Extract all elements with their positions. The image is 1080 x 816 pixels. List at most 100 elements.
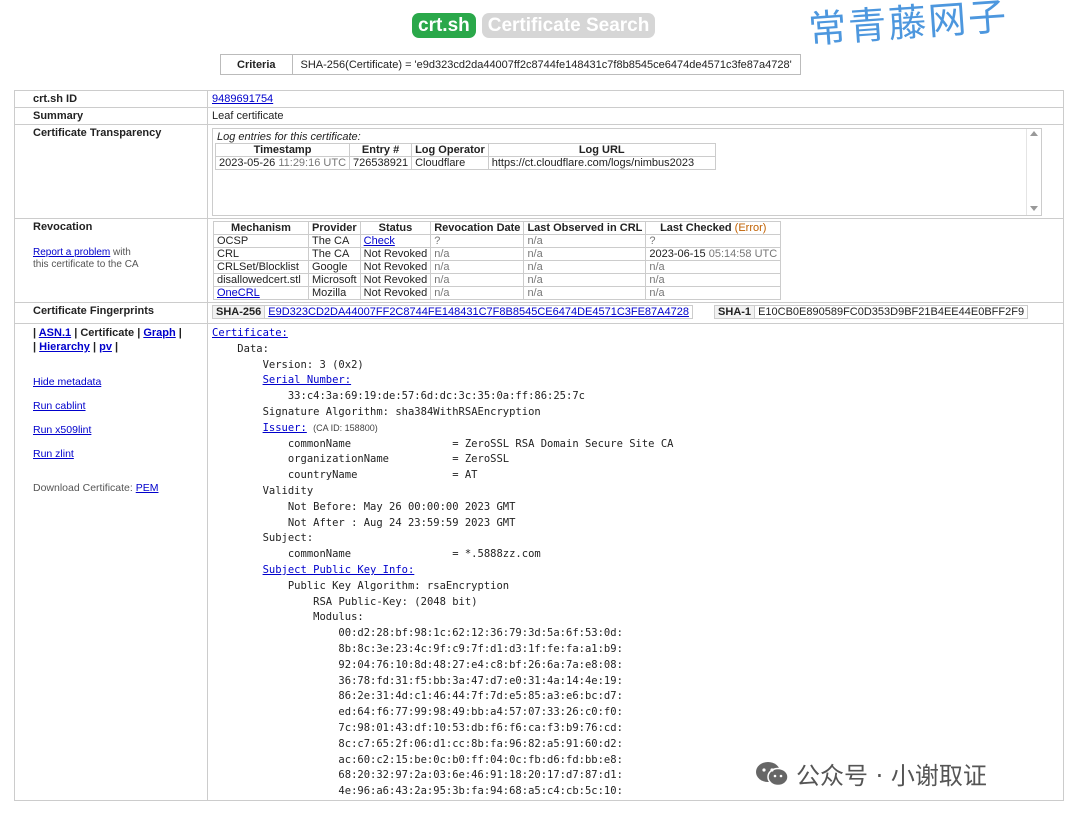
rev-rdate: ? <box>430 234 525 248</box>
rev-col-last-observed: Last Observed in CRL <box>523 221 647 235</box>
ct-time: 11:29:16 UTC <box>278 157 347 169</box>
rev-status: Not Revoked <box>359 286 432 300</box>
pv-link[interactable]: pv <box>99 341 112 353</box>
criteria-box: Criteria SHA-256(Certificate) = 'e9d323c… <box>220 54 801 75</box>
table-row: disallowedcert.stl Microsoft Not Revoked… <box>213 273 782 287</box>
table-row: OneCRL Mozilla Not Revoked n/a n/a n/a <box>213 286 782 300</box>
rev-lcheck: n/a <box>645 286 782 300</box>
rev-lcheck-time: 05:14:58 UTC <box>708 248 778 260</box>
rev-lobs: n/a <box>523 234 647 248</box>
ct-scrollbar[interactable] <box>1026 129 1041 215</box>
hide-metadata-link[interactable]: Hide metadata <box>33 376 203 388</box>
rev-prov: Google <box>308 260 361 274</box>
table-row: CRL The CA Not Revoked n/a n/a 2023-06-1… <box>213 247 782 261</box>
modulus-lines: 00:d2:28:bf:98:1c:62:12:36:79:3d:5a:6f:5… <box>212 627 623 797</box>
rev-prov: Mozilla <box>308 286 361 300</box>
rev-prov: The CA <box>308 234 361 248</box>
scroll-up-icon[interactable] <box>1030 131 1038 136</box>
run-x509lint-link[interactable]: Run x509lint <box>33 424 203 436</box>
ct-label: Certificate Transparency <box>14 124 208 219</box>
sha256-label: SHA-256 <box>211 305 266 319</box>
modulus-line: ed:64:f6:77:99:98:49:bb:a4:57:07:33:26:c… <box>338 706 623 719</box>
sha256-box: SHA-256 E9D323CD2DA44007FF2C8744FE148431C… <box>211 305 693 319</box>
cert-serial: 33:c4:3a:69:19:de:57:6d:dc:3c:35:0a:ff:8… <box>287 390 585 403</box>
crtsh-id-label: crt.sh ID <box>14 90 208 108</box>
modulus-line: 68:20:32:97:2a:03:6e:46:91:18:20:17:d7:8… <box>338 769 623 782</box>
crtsh-id-link[interactable]: 9489691754 <box>212 93 273 105</box>
ct-date: 2023-05-26 <box>219 157 276 169</box>
asn1-link[interactable]: ASN.1 <box>39 327 71 339</box>
ct-entry: 726538921 <box>349 156 413 170</box>
spki-link[interactable]: Subject Public Key Info: <box>263 564 415 576</box>
modulus-line: 8c:c7:65:2f:06:d1:cc:8b:fa:96:82:a5:91:6… <box>338 737 623 750</box>
rev-prov: The CA <box>308 247 361 261</box>
rev-lobs: n/a <box>523 247 647 261</box>
modulus-line: ac:60:c2:15:be:0c:b0:ff:04:0c:fb:d6:fd:b… <box>338 753 623 766</box>
table-row: CRLSet/Blocklist Google Not Revoked n/a … <box>213 260 782 274</box>
watermark-top: 常青藤网子 <box>806 0 1010 52</box>
ct-col-entry: Entry # <box>349 143 413 157</box>
certificate-anchor[interactable]: Certificate: <box>212 327 288 339</box>
criteria-label: Criteria <box>220 54 293 75</box>
ct-url: https://ct.cloudflare.com/logs/nimbus202… <box>487 156 716 170</box>
cert-subject: Subject: <box>262 532 314 545</box>
cert-not-after: Not After : Aug 24 23:59:59 2023 GMT <box>287 516 516 529</box>
hierarchy-link[interactable]: Hierarchy <box>39 341 90 353</box>
ct-col-operator: Log Operator <box>411 143 489 157</box>
issuer-cn: commonName = ZeroSSL RSA Domain Secure S… <box>287 437 674 450</box>
cert-validity: Validity <box>262 484 314 497</box>
issuer-o: organizationName = ZeroSSL <box>287 453 510 466</box>
certificate-text: Certificate: Data: Version: 3 (0x2) Seri… <box>212 326 1059 800</box>
rev-prov: Microsoft <box>308 273 361 287</box>
summary-value: Leaf certificate <box>207 107 1064 125</box>
rev-col-revocation-date: Revocation Date <box>430 221 525 235</box>
issuer-link[interactable]: Issuer: <box>263 422 307 434</box>
serial-number-link[interactable]: Serial Number: <box>263 374 352 386</box>
ocsp-check-link[interactable]: Check <box>364 235 395 247</box>
modulus-line: 7c:98:01:43:df:10:53:db:f6:f6:ca:f3:b9:7… <box>338 721 623 734</box>
revocation-label: Revocation <box>33 221 93 233</box>
site-logo[interactable]: crt.sh Certificate Search <box>412 12 656 39</box>
modulus-line: 8b:8c:3e:23:4c:9f:c9:7f:d1:d3:1f:fe:fa:a… <box>338 642 623 655</box>
last-checked-error-link[interactable]: (Error) <box>735 222 767 234</box>
rev-lobs: n/a <box>523 273 647 287</box>
run-zlint-link[interactable]: Run zlint <box>33 448 203 460</box>
issuer-caid: (CA ID: 158800) <box>313 422 378 433</box>
rev-col-status: Status <box>359 221 432 235</box>
pk-alg: Public Key Algorithm: rsaEncryption <box>287 579 510 592</box>
rev-lobs: n/a <box>523 260 647 274</box>
modulus-line: 86:2e:31:4d:c1:46:44:7f:7d:e5:85:a3:e6:b… <box>338 690 623 703</box>
scroll-down-icon[interactable] <box>1030 206 1038 211</box>
ct-log-table: Timestamp Entry # Log Operator Log URL 2… <box>214 143 716 170</box>
wechat-icon <box>756 761 789 786</box>
pem-download-link[interactable]: PEM <box>136 482 159 494</box>
rev-lcheck: n/a <box>645 260 782 274</box>
rev-status: Not Revoked <box>359 247 432 261</box>
ct-col-url: Log URL <box>487 143 716 157</box>
rev-rdate: n/a <box>430 247 525 261</box>
summary-label: Summary <box>14 107 208 125</box>
rev-mech: disallowedcert.stl <box>213 273 309 287</box>
rev-mech: CRL <box>213 247 309 261</box>
rev-mech: CRLSet/Blocklist <box>213 260 309 274</box>
graph-link[interactable]: Graph <box>143 327 175 339</box>
sha256-link[interactable]: E9D323CD2DA44007FF2C8744FE148431C7F8B854… <box>268 306 689 318</box>
run-cablint-link[interactable]: Run cablint <box>33 400 203 412</box>
ct-caption: Log entries for this certificate: <box>217 131 361 143</box>
cert-sigalg: Signature Algorithm: sha384WithRSAEncryp… <box>262 405 541 418</box>
rev-rdate: n/a <box>430 273 525 287</box>
sha1-value: E10CB0E890589FC0D353D9BF21B4EE44E0BFF2F9 <box>754 305 1029 319</box>
issuer-c: countryName = AT <box>287 469 478 482</box>
logo-crtsh[interactable]: crt.sh <box>412 13 476 38</box>
ct-scroll-box[interactable]: Log entries for this certificate: Timest… <box>212 128 1042 216</box>
ct-operator: Cloudflare <box>411 156 489 170</box>
rev-col-last-checked: Last Checked <box>660 222 732 234</box>
download-label: Download Certificate: <box>33 482 133 494</box>
watermark-bottom: 公众号 · 小谢取证 <box>754 756 987 791</box>
sha1-box: SHA-1 E10CB0E890589FC0D353D9BF21B4EE44E0B… <box>714 305 1029 319</box>
onecrl-link[interactable]: OneCRL <box>217 287 260 299</box>
report-problem-link[interactable]: Report a problem <box>33 247 110 258</box>
rev-lobs: n/a <box>523 286 647 300</box>
modulus-label: Modulus: <box>313 611 364 624</box>
cert-version: Version: 3 (0x2) <box>262 358 364 371</box>
